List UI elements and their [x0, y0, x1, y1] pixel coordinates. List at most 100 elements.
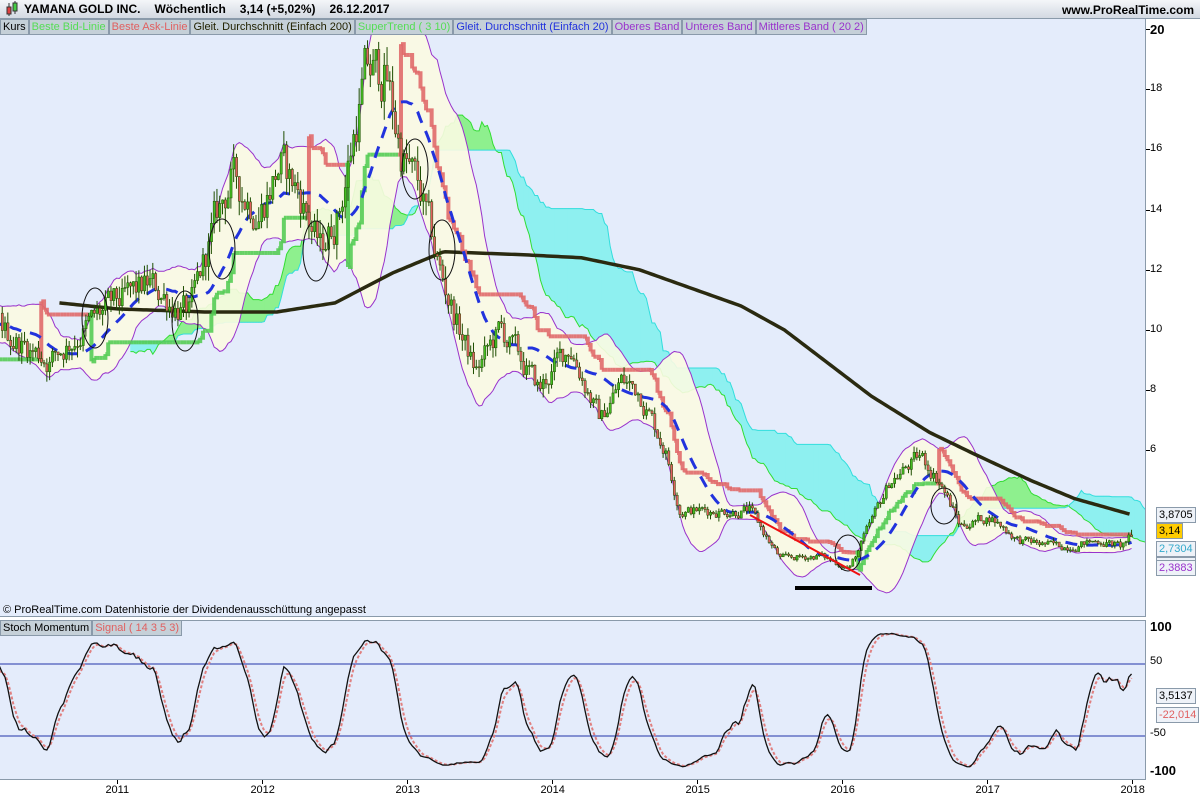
legend-item[interactable]: Kurs	[0, 19, 29, 35]
candle-body	[589, 392, 593, 404]
candle-body	[795, 555, 799, 561]
candle-body	[394, 111, 397, 135]
x-axis-label: 2018	[1120, 784, 1145, 796]
candle-body	[762, 526, 765, 536]
candle-body	[580, 377, 584, 381]
ichimoku-cloud-segment	[565, 208, 569, 319]
x-tick	[407, 780, 409, 784]
legend-item[interactable]: Mittleres Band ( 20 2)	[755, 19, 867, 35]
candle-body	[123, 287, 127, 289]
candle-body	[438, 256, 442, 266]
candle-body	[1085, 540, 1089, 545]
candle-body	[497, 321, 501, 330]
candle-body	[477, 366, 481, 369]
candle-body	[263, 204, 266, 218]
site-link[interactable]: www.ProRealTime.com	[1062, 3, 1194, 17]
supertrend-segment	[1036, 519, 1042, 524]
candle-body	[910, 458, 913, 470]
ichimoku-cloud-segment	[1081, 489, 1085, 521]
ichimoku-cloud-segment	[1086, 493, 1091, 524]
legend-item[interactable]: Oberes Band	[611, 19, 683, 35]
supertrend-segment	[219, 290, 225, 295]
legend-item[interactable]: Gleit. Durchschnitt (Einfach 20)	[453, 19, 612, 35]
candle-body	[979, 515, 983, 522]
candle-body	[553, 357, 556, 372]
candle-body	[714, 513, 718, 518]
candle-body	[483, 345, 487, 360]
candle-body	[224, 199, 227, 209]
ichimoku-cloud-segment	[275, 285, 279, 309]
price-chart[interactable]	[0, 19, 1146, 617]
ichimoku-cloud-segment	[1008, 477, 1012, 509]
candle-body	[628, 381, 632, 383]
ichimoku-cloud-segment	[1103, 495, 1107, 535]
ichimoku-cloud-segment	[699, 367, 703, 388]
candle-body	[519, 350, 523, 362]
candle-body	[396, 133, 400, 139]
legend-item[interactable]: Beste Ask-Linie	[108, 19, 191, 35]
ichimoku-cloud-segment	[777, 433, 781, 485]
candle-body	[154, 273, 158, 291]
ichimoku-cloud-segment	[548, 206, 552, 302]
stoch-chart[interactable]	[0, 621, 1146, 780]
period[interactable]: Wöchentlich	[154, 2, 225, 16]
candle-body	[198, 271, 202, 277]
candle-body	[650, 410, 654, 414]
ichimoku-cloud-segment	[1016, 475, 1021, 509]
ichimoku-cloud-segment	[793, 441, 798, 489]
candle-body	[159, 298, 163, 301]
ichimoku-cloud-segment	[841, 458, 845, 526]
candle-body	[656, 429, 659, 439]
stoch-legend-item[interactable]: Stoch Momentum	[0, 620, 93, 636]
supertrend-segment	[1017, 515, 1023, 520]
candle-body	[433, 236, 436, 255]
candle-body	[316, 220, 319, 239]
legend-item[interactable]: Unteres Band	[682, 19, 756, 35]
x-tick	[842, 780, 844, 784]
ichimoku-cloud-segment	[632, 271, 636, 364]
ichimoku-cloud-segment	[924, 535, 929, 563]
candle-body	[1091, 540, 1094, 543]
candle-body	[28, 350, 32, 358]
candle-body	[870, 515, 874, 523]
x-tick	[987, 780, 989, 784]
candle-body	[168, 306, 171, 312]
candle-body	[963, 523, 966, 527]
candle-body	[508, 336, 512, 348]
candle-body	[1060, 546, 1064, 551]
candle-body	[592, 398, 595, 404]
candle-body	[868, 522, 871, 527]
candle-body	[452, 299, 456, 325]
price-axis-label: 16	[1150, 142, 1163, 155]
candle-body	[1018, 536, 1022, 544]
price-panel[interactable]	[0, 19, 1146, 617]
candle-body	[806, 558, 810, 560]
candle-body	[982, 520, 986, 524]
candle-body	[422, 193, 425, 202]
candle-body	[915, 452, 919, 458]
candle-body	[232, 157, 236, 170]
candle-body	[597, 398, 601, 420]
candle-body	[249, 201, 252, 220]
candle-body	[51, 350, 54, 363]
stoch-axis-label: 100	[1150, 619, 1172, 634]
candle-body	[912, 452, 916, 460]
ichimoku-cloud-segment	[771, 430, 775, 482]
ichimoku-cloud-segment	[654, 322, 658, 369]
candle-body	[558, 348, 562, 354]
legend-item[interactable]: Gleit. Durchschnitt (Einfach 200)	[190, 19, 355, 35]
ichimoku-cloud-segment	[1117, 496, 1121, 536]
price-tick	[1146, 330, 1150, 331]
stoch-panel[interactable]	[0, 620, 1146, 780]
candle-body	[684, 511, 687, 517]
candle-body	[357, 103, 361, 143]
candle-body	[1055, 541, 1058, 544]
price-value-label: 3,14	[1156, 523, 1184, 539]
x-axis-label: 2012	[250, 784, 275, 796]
ichimoku-cloud-segment	[1142, 505, 1145, 543]
legend-item[interactable]: Beste Bid-Linie	[28, 19, 109, 35]
supertrend-segment	[757, 488, 763, 499]
stoch-legend-item[interactable]: Signal ( 14 3 5 3)	[92, 620, 182, 636]
legend-item[interactable]: SuperTrend ( 3 10)	[354, 19, 454, 35]
candle-body	[798, 555, 802, 557]
